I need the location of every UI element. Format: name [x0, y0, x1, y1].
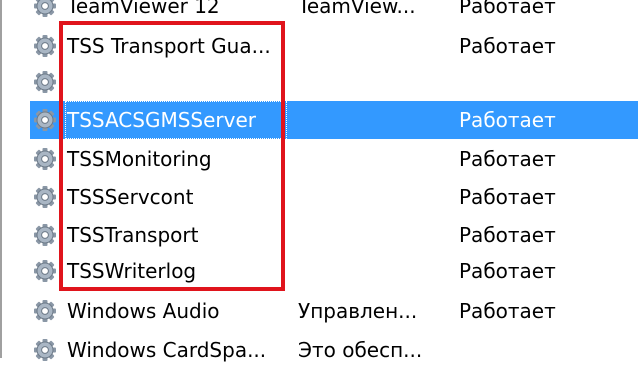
service-status: Работает: [459, 223, 556, 247]
service-row-tssmonitoring[interactable]: TSSMonitoring Работает: [30, 140, 638, 178]
gear-icon: [34, 224, 56, 246]
service-description: TeamView...: [298, 0, 416, 18]
service-row-tsstransport[interactable]: TSSTransport Работает: [30, 216, 638, 254]
service-row-teamviewer[interactable]: TeamViewer 12 TeamView... Работает: [30, 0, 638, 25]
gear-icon: [34, 0, 56, 17]
service-status: Работает: [459, 259, 556, 283]
service-description: [298, 252, 448, 290]
service-name: TSSACSGMSServer: [65, 101, 287, 139]
service-description: [298, 140, 448, 178]
service-status: [459, 331, 579, 369]
gear-icon: [34, 300, 56, 322]
list-left-border: [0, 0, 2, 358]
service-row-tss-transport-guard[interactable]: TSS Transport Gua... Работает: [30, 27, 638, 65]
service-description: [298, 27, 448, 65]
service-description: Это обесп...: [298, 338, 423, 362]
gear-icon: [34, 186, 56, 208]
service-status: [459, 63, 579, 101]
service-row-windows-cardspace[interactable]: Windows CardSpa... Это обесп...: [30, 331, 638, 369]
service-name: TSSServcont: [67, 185, 194, 209]
gear-icon: [34, 339, 56, 361]
service-row-tssservcont[interactable]: TSSServcont Работает: [30, 178, 638, 216]
gear-icon: [34, 109, 56, 131]
service-status: Работает: [459, 34, 556, 58]
service-row-tsswriterlog[interactable]: TSSWriterlog Работает: [30, 252, 638, 290]
service-description: Управлен...: [298, 299, 418, 323]
gear-icon: [34, 71, 56, 93]
service-description: [298, 101, 448, 139]
gear-icon: [34, 148, 56, 170]
service-description: [298, 216, 448, 254]
service-description: [298, 178, 448, 216]
service-status: Работает: [459, 185, 556, 209]
service-name: TSS Transport Gua...: [67, 34, 271, 58]
service-status: Работает: [459, 108, 556, 132]
service-row-windows-audio[interactable]: Windows Audio Управлен... Работает: [30, 292, 638, 330]
service-name: TeamViewer 12: [67, 0, 220, 18]
service-row-blank[interactable]: [30, 63, 638, 101]
service-status: Работает: [459, 0, 556, 18]
service-name: TSSWriterlog: [67, 259, 197, 283]
gear-icon: [34, 35, 56, 57]
service-description: [298, 63, 448, 101]
service-name: TSSTransport: [67, 223, 199, 247]
gear-icon: [34, 260, 56, 282]
service-name: TSSMonitoring: [67, 147, 212, 171]
service-row-tssacsgmsserver[interactable]: TSSACSGMSServer Работает: [30, 101, 638, 139]
service-name: Windows Audio: [67, 299, 220, 323]
service-name: Windows CardSpa...: [67, 338, 267, 362]
service-status: Работает: [459, 299, 556, 323]
service-status: Работает: [459, 147, 556, 171]
service-name: [65, 63, 287, 101]
